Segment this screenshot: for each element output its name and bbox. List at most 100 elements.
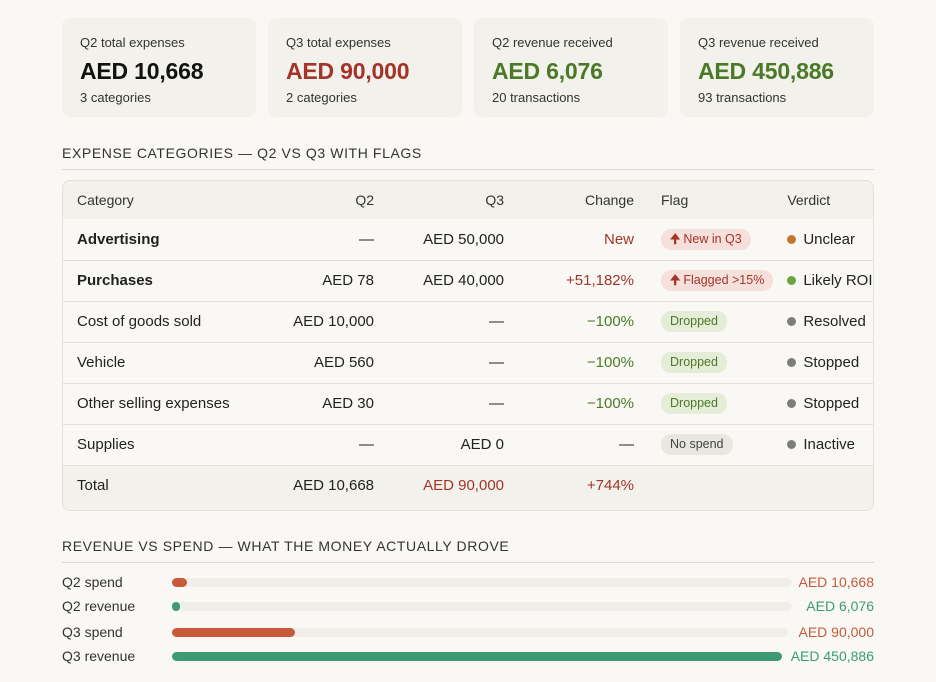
status-dot-icon bbox=[787, 358, 797, 367]
bar-row-q3-revenue: Q3 revenue AED 450,886 bbox=[62, 646, 874, 670]
cell-flag: 🠉 Flagged >15% bbox=[634, 259, 774, 301]
table-row: Supplies — AED 0 — No spend Inactive bbox=[63, 423, 873, 465]
status-dot-icon bbox=[787, 399, 797, 408]
arrow-up-icon: 🠉 bbox=[670, 231, 681, 246]
card-q3-expenses: Q3 total expenses AED 90,000 2 categorie… bbox=[268, 18, 462, 117]
card-q2-revenue: Q2 revenue received AED 6,076 20 transac… bbox=[474, 18, 668, 117]
table-header-row: Category Q2 Q3 Change Flag Verdict bbox=[63, 181, 873, 219]
header-q2: Q2 bbox=[355, 192, 374, 208]
cell-verdict: Unclear bbox=[773, 219, 873, 260]
cell-q3: AED 40,000 bbox=[374, 259, 504, 301]
cell-q2: — bbox=[359, 230, 374, 248]
table-row: Purchases AED 78 AED 40,000 +51,182% 🠉 Fl… bbox=[63, 259, 873, 301]
bar-label: Q2 revenue bbox=[62, 598, 136, 614]
verdict-text: Stopped bbox=[803, 354, 860, 371]
bar-fill bbox=[172, 602, 181, 611]
status-dot-icon bbox=[787, 440, 797, 449]
card-sub: 20 transactions bbox=[492, 90, 581, 105]
verdict-text: Inactive bbox=[803, 436, 856, 453]
card-label: Q3 total expenses bbox=[286, 35, 391, 50]
bar-row-q2-revenue: Q2 revenue AED 6,076 bbox=[62, 596, 874, 620]
cell-flag: No spend bbox=[634, 423, 774, 465]
cell-flag bbox=[634, 464, 774, 505]
bar-value: AED 450,886 bbox=[790, 648, 874, 664]
cell-q3: AED 90,000 bbox=[374, 464, 504, 505]
cell-category: Total bbox=[63, 464, 263, 505]
cell-category: Vehicle bbox=[63, 341, 263, 383]
bar-track bbox=[172, 652, 782, 661]
table-row: Other selling expenses AED 30 — −100% Dr… bbox=[63, 382, 873, 424]
bar-fill bbox=[172, 628, 295, 637]
flag-pill: Dropped bbox=[661, 311, 727, 332]
cell-category: Purchases bbox=[63, 259, 263, 301]
bar-row-q2-spend: Q2 spend AED 10,668 bbox=[62, 572, 874, 596]
flag-text: New in Q3 bbox=[683, 231, 742, 246]
verdict-text: Stopped bbox=[803, 395, 860, 412]
cell-q3: — bbox=[374, 382, 504, 424]
card-value: AED 90,000 bbox=[286, 58, 410, 84]
cell-q3: AED 50,000 bbox=[423, 230, 504, 248]
verdict-text: Likely ROI bbox=[803, 272, 873, 289]
cell-verdict: Stopped bbox=[773, 341, 873, 383]
cell-q3: AED 0 bbox=[374, 423, 504, 465]
bar-fill bbox=[172, 578, 187, 587]
bar-track bbox=[172, 602, 792, 611]
header-change: Change bbox=[584, 192, 634, 208]
card-value: AED 450,886 bbox=[698, 58, 834, 84]
bar-value: AED 10,668 bbox=[798, 574, 875, 590]
flag-pill: 🠉 New in Q3 bbox=[661, 228, 751, 250]
table-total-row: Total AED 10,668 AED 90,000 +744% bbox=[63, 464, 873, 505]
card-sub: 3 categories bbox=[80, 90, 151, 105]
cell-verdict: Resolved bbox=[773, 300, 873, 342]
cell-flag: 🠉 New in Q3 bbox=[634, 219, 773, 260]
header-category: Category bbox=[77, 192, 134, 208]
bar-label: Q3 spend bbox=[62, 624, 123, 640]
flag-text: Flagged >15% bbox=[683, 273, 765, 287]
card-label: Q2 total expenses bbox=[80, 35, 185, 50]
header-flag: Flag bbox=[661, 192, 689, 208]
card-q2-expenses: Q2 total expenses AED 10,668 3 categorie… bbox=[62, 18, 256, 117]
revenue-spend-bars: Q2 spend AED 10,668 Q2 revenue AED 6,076… bbox=[62, 572, 874, 670]
status-dot-icon bbox=[787, 234, 797, 244]
cell-change: — bbox=[504, 423, 634, 465]
cell-category: Cost of goods sold bbox=[63, 300, 263, 342]
cell-category: Other selling expenses bbox=[63, 382, 263, 424]
table-row: Cost of goods sold AED 10,000 — −100% Dr… bbox=[63, 300, 873, 342]
cell-flag: Dropped bbox=[634, 341, 774, 383]
cell-q3: — bbox=[374, 341, 504, 383]
status-dot-icon bbox=[787, 317, 797, 326]
card-value: AED 10,668 bbox=[80, 58, 204, 84]
flag-pill: Dropped bbox=[661, 393, 727, 414]
arrow-up-icon: 🠉 bbox=[670, 273, 681, 287]
status-dot-icon bbox=[787, 276, 797, 285]
flag-pill: Dropped bbox=[661, 352, 727, 373]
card-label: Q2 revenue received bbox=[492, 35, 613, 50]
cell-q2: — bbox=[263, 423, 374, 465]
cell-q3: — bbox=[374, 300, 504, 342]
cell-q2: AED 30 bbox=[263, 382, 374, 424]
cell-q2: AED 560 bbox=[263, 341, 374, 383]
table-row: Advertising — AED 50,000 New 🠉 New in Q3 … bbox=[63, 219, 873, 260]
bar-track bbox=[172, 628, 788, 637]
header-q3: Q3 bbox=[485, 192, 504, 208]
cell-verdict: Inactive bbox=[773, 423, 873, 465]
table-row: Vehicle AED 560 — −100% Dropped Stopped bbox=[63, 341, 873, 383]
cell-change: −100% bbox=[504, 341, 634, 383]
bar-value: AED 6,076 bbox=[806, 598, 874, 614]
cell-change: −100% bbox=[504, 382, 634, 424]
expense-table: Category Q2 Q3 Change Flag Verdict Adver… bbox=[62, 180, 874, 511]
card-q3-revenue: Q3 revenue received AED 450,886 93 trans… bbox=[680, 18, 874, 117]
cell-verdict: Stopped bbox=[773, 382, 873, 424]
cell-category: Supplies bbox=[63, 423, 263, 465]
bar-value: AED 90,000 bbox=[798, 624, 875, 640]
bar-label: Q3 revenue bbox=[62, 648, 136, 664]
card-value: AED 6,076 bbox=[492, 58, 603, 84]
bar-label: Q2 spend bbox=[62, 574, 123, 590]
cell-q2: AED 10,000 bbox=[263, 300, 374, 342]
verdict-text: Resolved bbox=[803, 313, 866, 330]
bar-row-q3-spend: Q3 spend AED 90,000 bbox=[62, 622, 874, 646]
cell-change: New bbox=[603, 230, 634, 248]
cell-q2: AED 10,668 bbox=[263, 464, 374, 505]
card-sub: 2 categories bbox=[286, 90, 357, 105]
flag-pill: 🠉 Flagged >15% bbox=[661, 270, 774, 291]
